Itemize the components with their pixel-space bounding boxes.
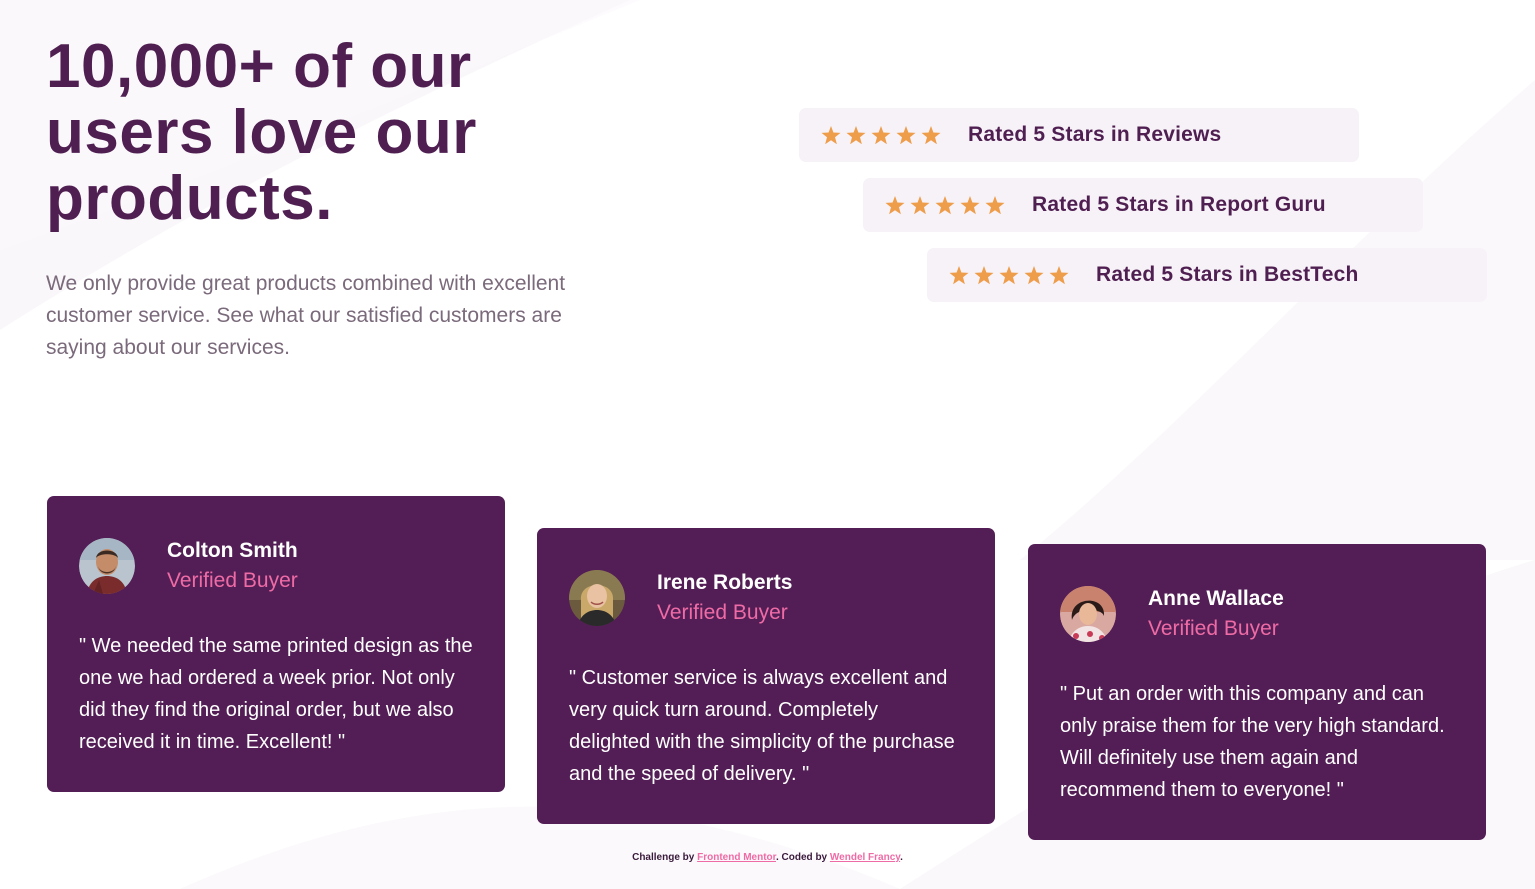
testimonial-header: Anne Wallace Verified Buyer [1060,584,1454,644]
rating-item: Rated 5 Stars in Reviews [799,108,1359,162]
attribution-prefix: Challenge by [632,852,698,863]
rating-label: Rated 5 Stars in Reviews [968,123,1222,146]
testimonial-quote: " Customer service is always excellent a… [569,667,955,785]
attribution-footer: Challenge by Frontend Mentor. Coded by W… [0,852,1535,863]
testimonial-quote: " We needed the same printed design as t… [79,635,473,753]
attribution-middle: . Coded by [776,852,830,863]
star-icon [974,265,994,284]
star-icon [935,195,955,214]
reviewer-name: Colton Smith [167,539,298,562]
reviewer-name: Irene Roberts [657,571,793,594]
person-avatar-icon [1060,586,1116,642]
star-icon [821,125,841,144]
star-icon [871,125,891,144]
reviewer-info: Colton Smith Verified Buyer [167,536,298,596]
testimonial-card: Irene Roberts Verified Buyer " Customer … [537,528,995,824]
rating-label: Rated 5 Stars in BestTech [1096,263,1359,286]
person-avatar-icon [569,570,625,626]
reviewer-info: Irene Roberts Verified Buyer [657,568,792,628]
reviewer-role: Verified Buyer [1148,617,1279,640]
star-rating [821,125,941,145]
star-icon [1049,265,1069,284]
person-avatar-icon [79,538,135,594]
author-link[interactable]: Wendel Francy [830,852,900,863]
testimonial-card: Anne Wallace Verified Buyer " Put an ord… [1028,544,1486,840]
star-icon [960,195,980,214]
page-title: 10,000+ of our users love our products. [46,32,477,233]
star-icon [896,125,916,144]
star-icon [885,195,905,214]
star-icon [999,265,1019,284]
rating-label: Rated 5 Stars in Report Guru [1032,193,1326,216]
reviewer-role: Verified Buyer [657,601,788,624]
star-icon [985,195,1005,214]
hero-description: We only provide great products combined … [46,272,566,359]
rating-item: Rated 5 Stars in Report Guru [863,178,1423,232]
star-icon [949,265,969,284]
star-icon [910,195,930,214]
star-rating [885,195,1005,215]
testimonial-quote: " Put an order with this company and can… [1060,683,1445,801]
rating-item: Rated 5 Stars in BestTech [927,248,1487,302]
hero-section: 10,000+ of our users love our products. … [46,34,646,364]
frontend-mentor-link[interactable]: Frontend Mentor [697,852,776,863]
reviewer-name: Anne Wallace [1148,587,1284,610]
testimonial-header: Colton Smith Verified Buyer [79,536,473,596]
star-icon [846,125,866,144]
testimonial-card: Colton Smith Verified Buyer " We needed … [47,496,505,792]
reviewer-role: Verified Buyer [167,569,298,592]
attribution-suffix: . [900,852,903,863]
star-icon [1024,265,1044,284]
reviewer-info: Anne Wallace Verified Buyer [1148,584,1284,644]
star-icon [921,125,941,144]
star-rating [949,265,1069,285]
testimonial-header: Irene Roberts Verified Buyer [569,568,963,628]
